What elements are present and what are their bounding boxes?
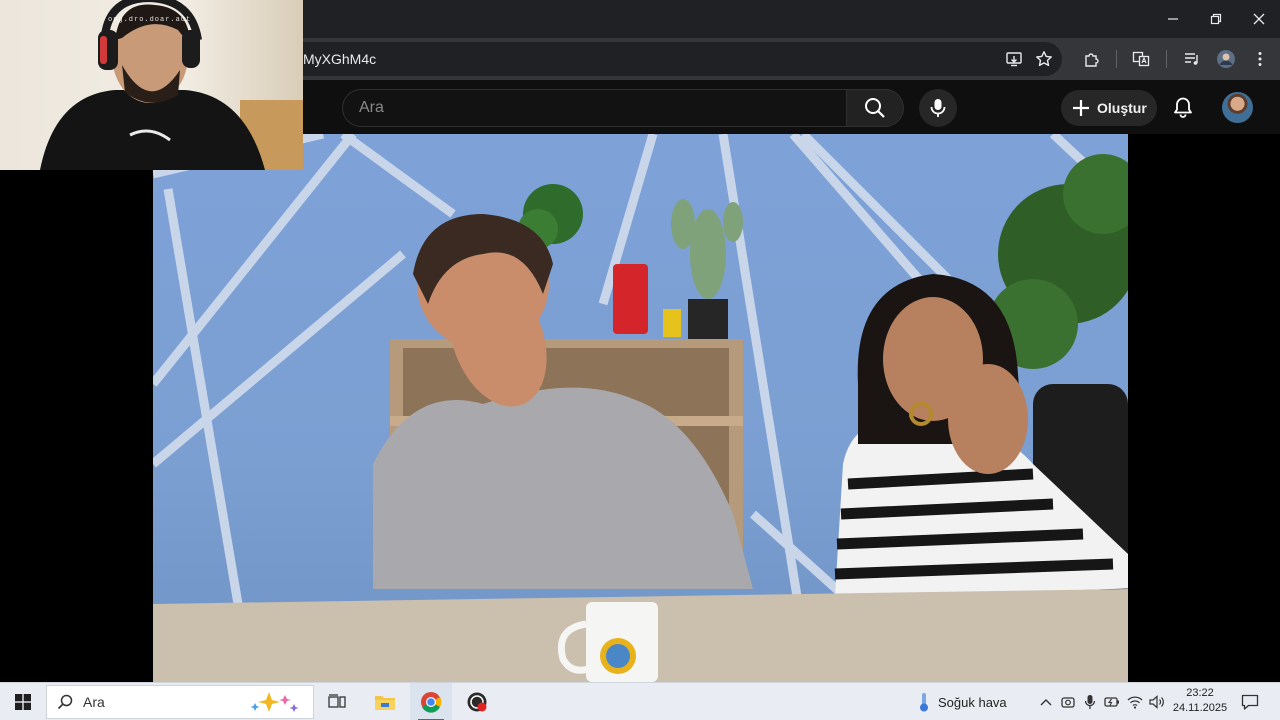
camera-tray-button[interactable] — [1058, 683, 1078, 720]
restore-icon — [1210, 13, 1221, 25]
notifications-button[interactable] — [1163, 87, 1203, 127]
bell-icon — [1174, 97, 1192, 118]
system-clock[interactable]: 23:22 24.11.2025 — [1168, 686, 1232, 718]
minimize-button[interactable] — [1151, 0, 1194, 38]
chevron-up-icon — [1040, 699, 1052, 706]
create-button[interactable]: Oluştur — [1061, 90, 1157, 126]
search-highlight-icon — [250, 692, 299, 712]
toolbar-separator — [1166, 50, 1167, 68]
hidden-icons-button[interactable] — [1036, 683, 1056, 720]
chrome-taskbar-button[interactable] — [410, 683, 452, 720]
taskbar-search[interactable]: Ara — [46, 685, 314, 719]
video-player[interactable] — [0, 134, 1280, 682]
minimize-icon — [1167, 18, 1178, 20]
create-button-label: Oluştur — [1097, 100, 1147, 116]
clock-time: 23:22 — [1186, 687, 1214, 699]
address-bar[interactable]: MyXGhM4c — [296, 42, 1062, 76]
start-button[interactable] — [0, 683, 46, 720]
search-icon — [57, 694, 73, 710]
file-explorer-button[interactable] — [364, 683, 406, 720]
windows-taskbar: Ara Soğuk hava 23:22 24.11.2025 — [0, 682, 1280, 720]
notification-center-button[interactable] — [1236, 683, 1264, 720]
more-vertical-icon — [1258, 52, 1262, 66]
webcam-overlay: ong.dro.doar.aut — [0, 0, 303, 170]
toolbar-separator — [1116, 50, 1117, 68]
star-icon — [1036, 51, 1052, 67]
wifi-icon — [1127, 696, 1143, 709]
restore-button[interactable] — [1194, 0, 1237, 38]
search-button[interactable] — [846, 89, 904, 127]
profile-avatar-icon — [1217, 50, 1235, 68]
red-box — [613, 264, 648, 334]
webcam-overlay-text: ong.dro.doar.aut — [108, 16, 192, 24]
task-view-button[interactable] — [318, 683, 356, 720]
close-button[interactable] — [1237, 0, 1280, 38]
address-bar-url: MyXGhM4c — [303, 51, 377, 67]
notification-center-icon — [1241, 694, 1259, 710]
battery-tray-button[interactable] — [1102, 683, 1122, 720]
weather-widget[interactable]: Soğuk hava — [918, 683, 1018, 720]
chrome-icon — [421, 692, 442, 713]
webcam-scene — [40, 0, 303, 170]
media-controls-button[interactable] — [1175, 42, 1209, 76]
puzzle-icon — [1085, 53, 1099, 67]
browser-menu-button[interactable] — [1243, 42, 1277, 76]
voice-search-button[interactable] — [919, 89, 957, 127]
recording-app-button[interactable] — [456, 683, 498, 720]
video-frame[interactable] — [153, 134, 1128, 682]
clock-date: 24.11.2025 — [1172, 702, 1228, 714]
search-icon — [865, 98, 885, 118]
video-scene — [153, 134, 1128, 682]
account-avatar[interactable] — [1222, 92, 1253, 123]
extensions-button[interactable] — [1075, 42, 1109, 76]
record-app-icon — [467, 692, 487, 712]
wifi-tray-button[interactable] — [1124, 683, 1146, 720]
translate-button[interactable] — [1124, 42, 1158, 76]
battery-icon — [1104, 697, 1119, 707]
camera-icon — [1061, 697, 1075, 708]
microphone-tray-button[interactable] — [1080, 683, 1100, 720]
close-icon — [1253, 13, 1264, 25]
plus-icon — [1073, 100, 1089, 116]
cactus-pot — [688, 299, 728, 339]
search-input[interactable] — [359, 90, 829, 126]
thermometer-icon — [920, 693, 928, 712]
task-view-icon — [328, 694, 346, 708]
install-app-button[interactable] — [997, 42, 1031, 76]
playlist-icon — [1185, 53, 1198, 65]
install-app-icon — [1006, 52, 1022, 67]
weather-label: Soğuk hava — [938, 694, 1007, 710]
volume-icon — [1149, 695, 1164, 709]
folder-icon — [375, 696, 395, 710]
taskbar-search-label: Ara — [83, 694, 105, 710]
microphone-icon — [1084, 695, 1096, 709]
translate-icon — [1132, 51, 1150, 67]
search-box — [342, 89, 846, 127]
profile-button[interactable] — [1209, 42, 1243, 76]
bookmark-button[interactable] — [1027, 42, 1061, 76]
microphone-icon — [930, 99, 946, 117]
volume-tray-button[interactable] — [1146, 683, 1168, 720]
windows-logo-icon — [15, 694, 31, 710]
